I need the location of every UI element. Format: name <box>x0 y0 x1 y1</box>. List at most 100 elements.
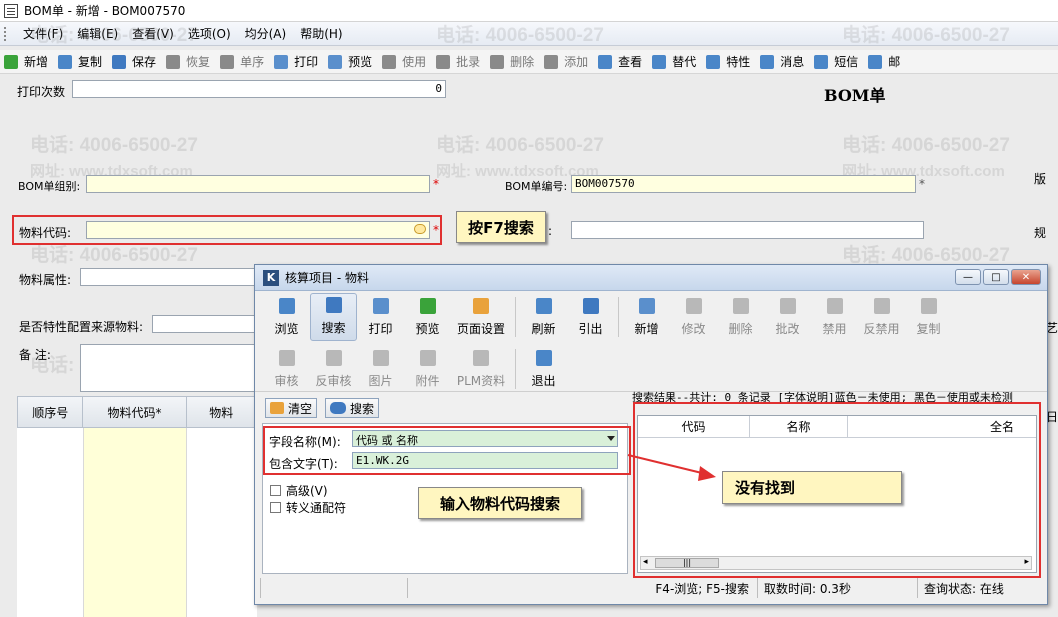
preview-icon <box>328 54 343 69</box>
toolbar-use-button[interactable]: 使用 <box>382 53 426 70</box>
material-attr-field[interactable] <box>80 268 256 286</box>
toolbar-preview-button[interactable]: 预览 <box>328 53 372 70</box>
dialog-browse-button[interactable]: 浏览 <box>263 293 310 341</box>
toolbar-save-button[interactable]: 保存 <box>112 53 156 70</box>
toolbar-separator <box>618 297 619 337</box>
refresh-icon <box>535 298 552 314</box>
menu-view[interactable]: 查看(V) <box>125 25 181 42</box>
dialog-refresh-button[interactable]: 刷新 <box>520 293 567 341</box>
edit-icon <box>685 298 702 314</box>
dialog-tool-label: 修改 <box>681 322 706 336</box>
menu-file[interactable]: 文件(F) <box>16 25 70 42</box>
disable-icon <box>826 298 843 314</box>
dialog-plm-button[interactable]: PLM资料 <box>451 345 511 393</box>
toolbar-label: 保存 <box>132 55 157 69</box>
spec-label: 规 <box>1034 226 1047 240</box>
view-icon <box>598 54 613 69</box>
dialog-add-button[interactable]: 新增 <box>623 293 670 341</box>
dialog-copy-button[interactable]: 复制 <box>905 293 952 341</box>
dialog-tool-label: 浏览 <box>274 322 299 336</box>
dialog-tool-label: 审核 <box>274 374 299 388</box>
wildcard-checkbox[interactable]: 转义通配符 <box>270 499 346 516</box>
toolbar-copy-button[interactable]: 复制 <box>58 53 102 70</box>
dialog-disable-button[interactable]: 禁用 <box>811 293 858 341</box>
dialog-attachment-button[interactable]: 附件 <box>404 345 451 393</box>
dialog-tool-label: 删除 <box>728 322 753 336</box>
clear-button[interactable]: 清空 <box>265 398 318 418</box>
dialog-print-button[interactable]: 打印 <box>357 293 404 341</box>
toolbar-label: 新增 <box>24 55 49 69</box>
toolbar-label: 短信 <box>834 55 859 69</box>
dialog-export-button[interactable]: 引出 <box>567 293 614 341</box>
attachment-icon <box>419 350 436 366</box>
menu-options[interactable]: 选项(O) <box>181 25 238 42</box>
toolbar-label: 特性 <box>726 55 751 69</box>
dialog-toolbar-row1: 浏览 搜索 打印 预览 页面设置 刷新 引出 新增 修改 删除 批改 禁用 反禁用 复制 <box>263 293 952 341</box>
toolbar-replace-button[interactable]: 替代 <box>652 53 696 70</box>
dialog-enable-button[interactable]: 反禁用 <box>858 293 905 341</box>
toolbar-label: 删除 <box>510 55 535 69</box>
dialog-tool-label: 反禁用 <box>863 322 900 336</box>
menu-distribute[interactable]: 均分(A) <box>238 25 294 42</box>
document-icon <box>4 3 18 18</box>
menu-edit[interactable]: 编辑(E) <box>70 25 125 42</box>
toolbar-batch-button[interactable]: 批录 <box>436 53 480 70</box>
dialog-tool-label: 引出 <box>578 322 603 336</box>
dialog-tool-label: 页面设置 <box>456 322 505 336</box>
print-count-label: 打印次数 <box>17 85 66 99</box>
dialog-tool-label: 图片 <box>368 374 393 388</box>
status-shortcuts-text: F4-浏览; F5-搜索 <box>408 578 758 598</box>
toolbar-feature-button[interactable]: 特性 <box>706 53 750 70</box>
toolbar-label: 消息 <box>780 55 805 69</box>
dialog-edit-button[interactable]: 修改 <box>670 293 717 341</box>
batch-edit-icon <box>779 298 796 314</box>
dialog-exit-button[interactable]: 退出 <box>520 345 567 393</box>
entry-grid[interactable] <box>17 428 257 617</box>
dialog-search-button[interactable]: 搜索 <box>310 293 357 341</box>
sms-icon <box>814 54 829 69</box>
material-name-field[interactable] <box>571 221 924 239</box>
dialog-tool-label: PLM资料 <box>456 374 506 388</box>
advanced-checkbox[interactable]: 高级(V) <box>270 482 328 499</box>
toolbar-delete-button[interactable]: 删除 <box>490 53 534 70</box>
dialog-batch-edit-button[interactable]: 批改 <box>764 293 811 341</box>
dialog-titlebar: K 核算项目 - 物料 — □ ✕ <box>255 265 1047 291</box>
dialog-delete-button[interactable]: 删除 <box>717 293 764 341</box>
watermark-phone: 电话: 4006-6500-27 <box>30 135 198 156</box>
search-button-label: 搜索 <box>350 401 375 416</box>
toolbar-label: 复制 <box>78 55 103 69</box>
minimize-icon[interactable]: — <box>955 269 981 285</box>
dialog-picture-button[interactable]: 图片 <box>357 345 404 393</box>
dialog-unapprove-button[interactable]: 反审核 <box>310 345 357 393</box>
toolbar-sort-button[interactable]: 单序 <box>220 53 264 70</box>
search-button[interactable]: 搜索 <box>325 398 380 418</box>
close-icon[interactable]: ✕ <box>1011 269 1041 285</box>
toolbar-print-button[interactable]: 打印 <box>274 53 318 70</box>
dialog-preview-button[interactable]: 预览 <box>404 293 451 341</box>
toolbar-view-button[interactable]: 查看 <box>598 53 642 70</box>
config-source-label: 是否特性配置来源物料: <box>19 320 144 334</box>
bom-number-field[interactable]: BOM007570 <box>571 175 916 193</box>
bom-number-value: BOM007570 <box>575 177 635 190</box>
checkbox-box <box>270 502 281 513</box>
toolbar-mail-button[interactable]: 邮 <box>868 53 900 70</box>
toolbar-append-button[interactable]: 添加 <box>544 53 588 70</box>
menu-help[interactable]: 帮助(H) <box>293 25 349 42</box>
config-source-field[interactable] <box>152 315 256 333</box>
unapprove-icon <box>325 350 342 366</box>
save-icon <box>112 54 127 69</box>
bom-group-field[interactable] <box>86 175 430 193</box>
search-icon <box>325 297 342 313</box>
remark-field[interactable] <box>80 344 256 392</box>
print-count-field[interactable]: 0 <box>72 80 446 98</box>
copy-icon <box>58 54 73 69</box>
toolbar-sms-button[interactable]: 短信 <box>814 53 858 70</box>
maximize-icon[interactable]: □ <box>983 269 1009 285</box>
sort-icon <box>220 54 235 69</box>
toolbar-message-button[interactable]: 消息 <box>760 53 804 70</box>
dialog-approve-button[interactable]: 审核 <box>263 345 310 393</box>
dialog-page-setup-button[interactable]: 页面设置 <box>451 293 511 341</box>
toolbar-add-button[interactable]: 新增 <box>4 53 48 70</box>
material-name-label: : <box>548 224 553 238</box>
toolbar-undo-button[interactable]: 恢复 <box>166 53 210 70</box>
